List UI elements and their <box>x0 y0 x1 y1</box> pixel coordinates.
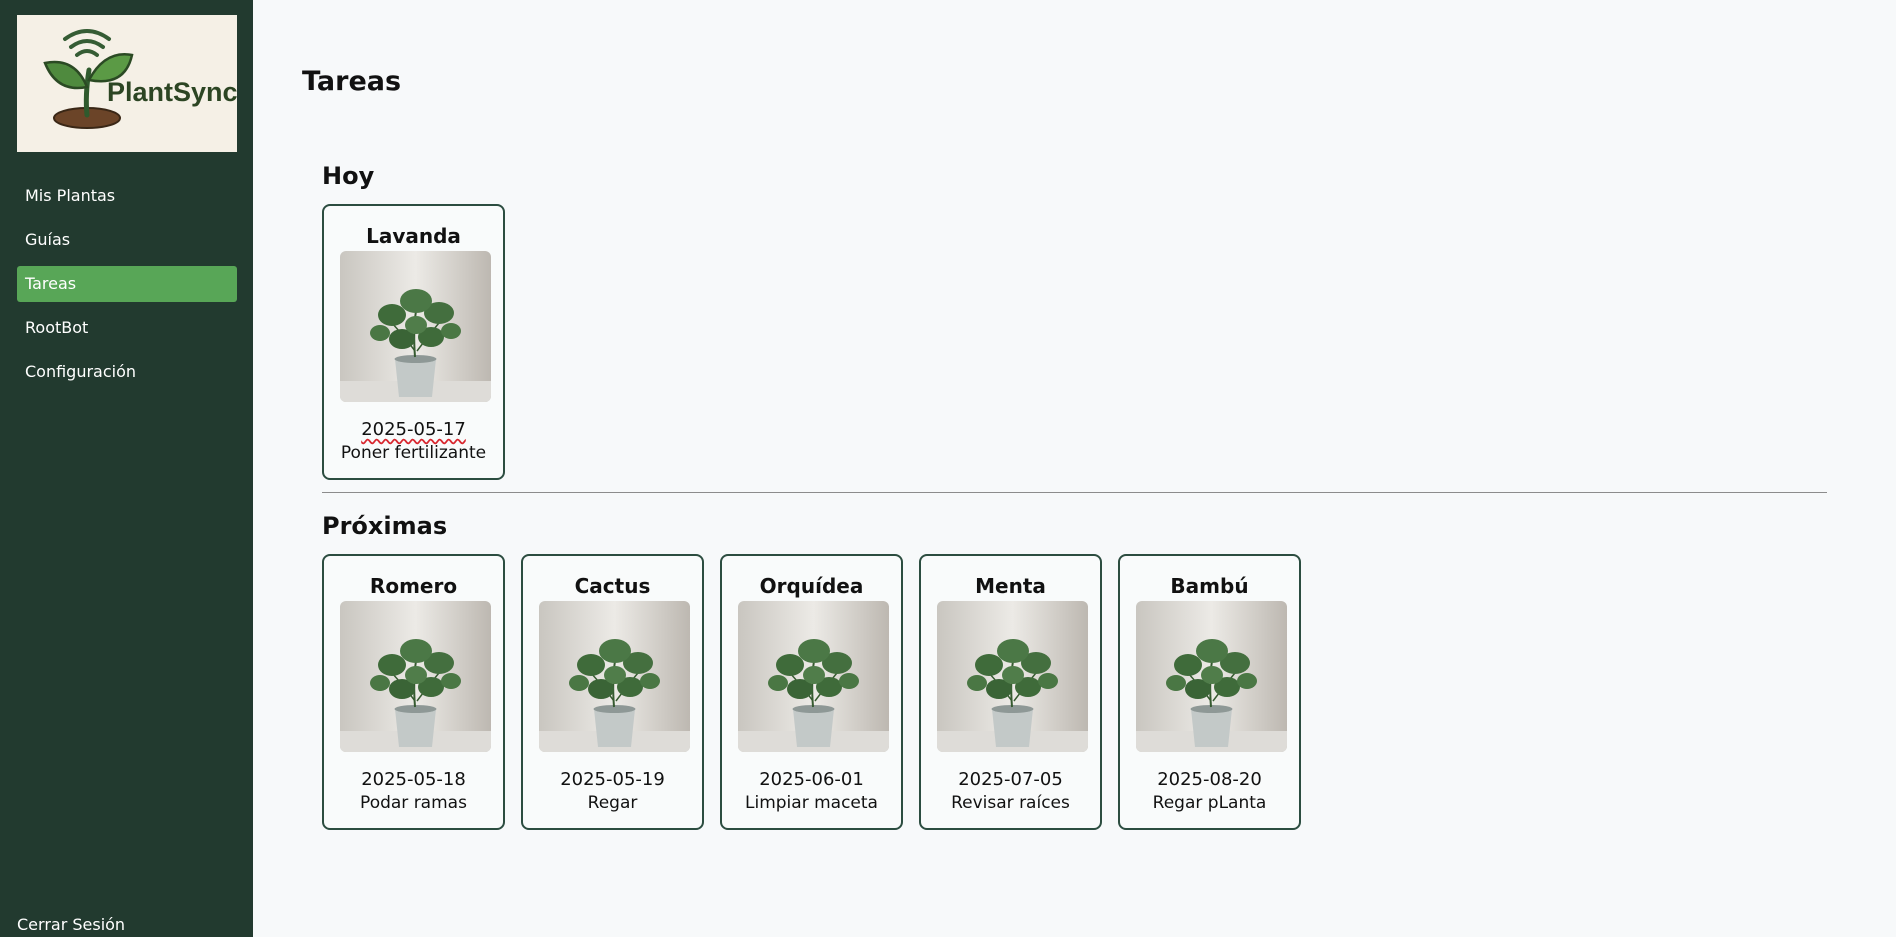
sidebar-nav: Mis Plantas Guías Tareas RootBot Configu… <box>17 178 237 398</box>
task-description: Regar pLanta <box>1152 793 1267 813</box>
task-description: Revisar raíces <box>951 793 1070 813</box>
plant-name: Lavanda <box>366 224 461 248</box>
plant-name: Cactus <box>574 574 651 598</box>
sidebar: PlantSync Mis Plantas Guías Tareas RootB… <box>0 0 253 937</box>
task-description: Limpiar maceta <box>745 793 878 813</box>
task-date: 2025-07-05 <box>921 769 1100 790</box>
task-date: 2025-05-18 <box>324 769 503 790</box>
plant-image <box>738 601 889 752</box>
task-date-text: 2025-05-17 <box>361 419 466 440</box>
task-card[interactable]: Cactus 2025-05-19 Regar <box>521 554 704 830</box>
sidebar-item-rootbot[interactable]: RootBot <box>17 310 237 346</box>
upcoming-task-list: Romero 2025-05-18 Podar ramas Cactus 2025-05… <box>322 554 1301 830</box>
task-date-text: 2025-06-01 <box>759 769 864 790</box>
task-description: Podar ramas <box>360 793 467 813</box>
logout-link[interactable]: Cerrar Sesión <box>17 915 125 934</box>
task-date: 2025-05-19 <box>523 769 702 790</box>
section-title-upcoming: Próximas <box>322 512 448 540</box>
plantsync-logo[interactable]: PlantSync <box>17 15 237 152</box>
plant-image <box>937 601 1088 752</box>
plant-name: Orquídea <box>759 574 864 598</box>
page-title: Tareas <box>302 66 402 97</box>
sidebar-item-guias[interactable]: Guías <box>17 222 237 258</box>
section-title-today: Hoy <box>322 162 375 190</box>
task-date: 2025-05-17 <box>324 419 503 440</box>
task-description: Poner fertilizante <box>340 443 487 463</box>
task-date: 2025-06-01 <box>722 769 901 790</box>
task-date-text: 2025-07-05 <box>958 769 1063 790</box>
sidebar-item-tareas[interactable]: Tareas <box>17 266 237 302</box>
today-task-list: Lavanda 2025-05-17 Poner fertilizante <box>322 204 505 480</box>
plant-image <box>340 251 491 402</box>
task-card[interactable]: Orquídea 2025-06-01 Limpiar maceta <box>720 554 903 830</box>
sidebar-item-configuracion[interactable]: Configuración <box>17 354 237 390</box>
plant-image <box>1136 601 1287 752</box>
task-date-text: 2025-05-18 <box>361 769 466 790</box>
svg-text:PlantSync: PlantSync <box>107 77 237 107</box>
plant-image <box>539 601 690 752</box>
main-content: Tareas Hoy Lavanda 2025-05-17 Poner fertil… <box>253 0 1896 937</box>
plant-name: Bambú <box>1170 574 1249 598</box>
task-card[interactable]: Menta 2025-07-05 Revisar raíces <box>919 554 1102 830</box>
task-description: Regar <box>587 793 638 813</box>
task-card[interactable]: Bambú 2025-08-20 Regar pLanta <box>1118 554 1301 830</box>
task-date-text: 2025-08-20 <box>1157 769 1262 790</box>
plant-image <box>340 601 491 752</box>
task-card[interactable]: Lavanda 2025-05-17 Poner fertilizante <box>322 204 505 480</box>
section-divider <box>322 492 1827 493</box>
task-date-text: 2025-05-19 <box>560 769 665 790</box>
sidebar-item-mis-plantas[interactable]: Mis Plantas <box>17 178 237 214</box>
task-date: 2025-08-20 <box>1120 769 1299 790</box>
plant-name: Romero <box>369 574 458 598</box>
task-card[interactable]: Romero 2025-05-18 Podar ramas <box>322 554 505 830</box>
plant-name: Menta <box>975 574 1046 598</box>
